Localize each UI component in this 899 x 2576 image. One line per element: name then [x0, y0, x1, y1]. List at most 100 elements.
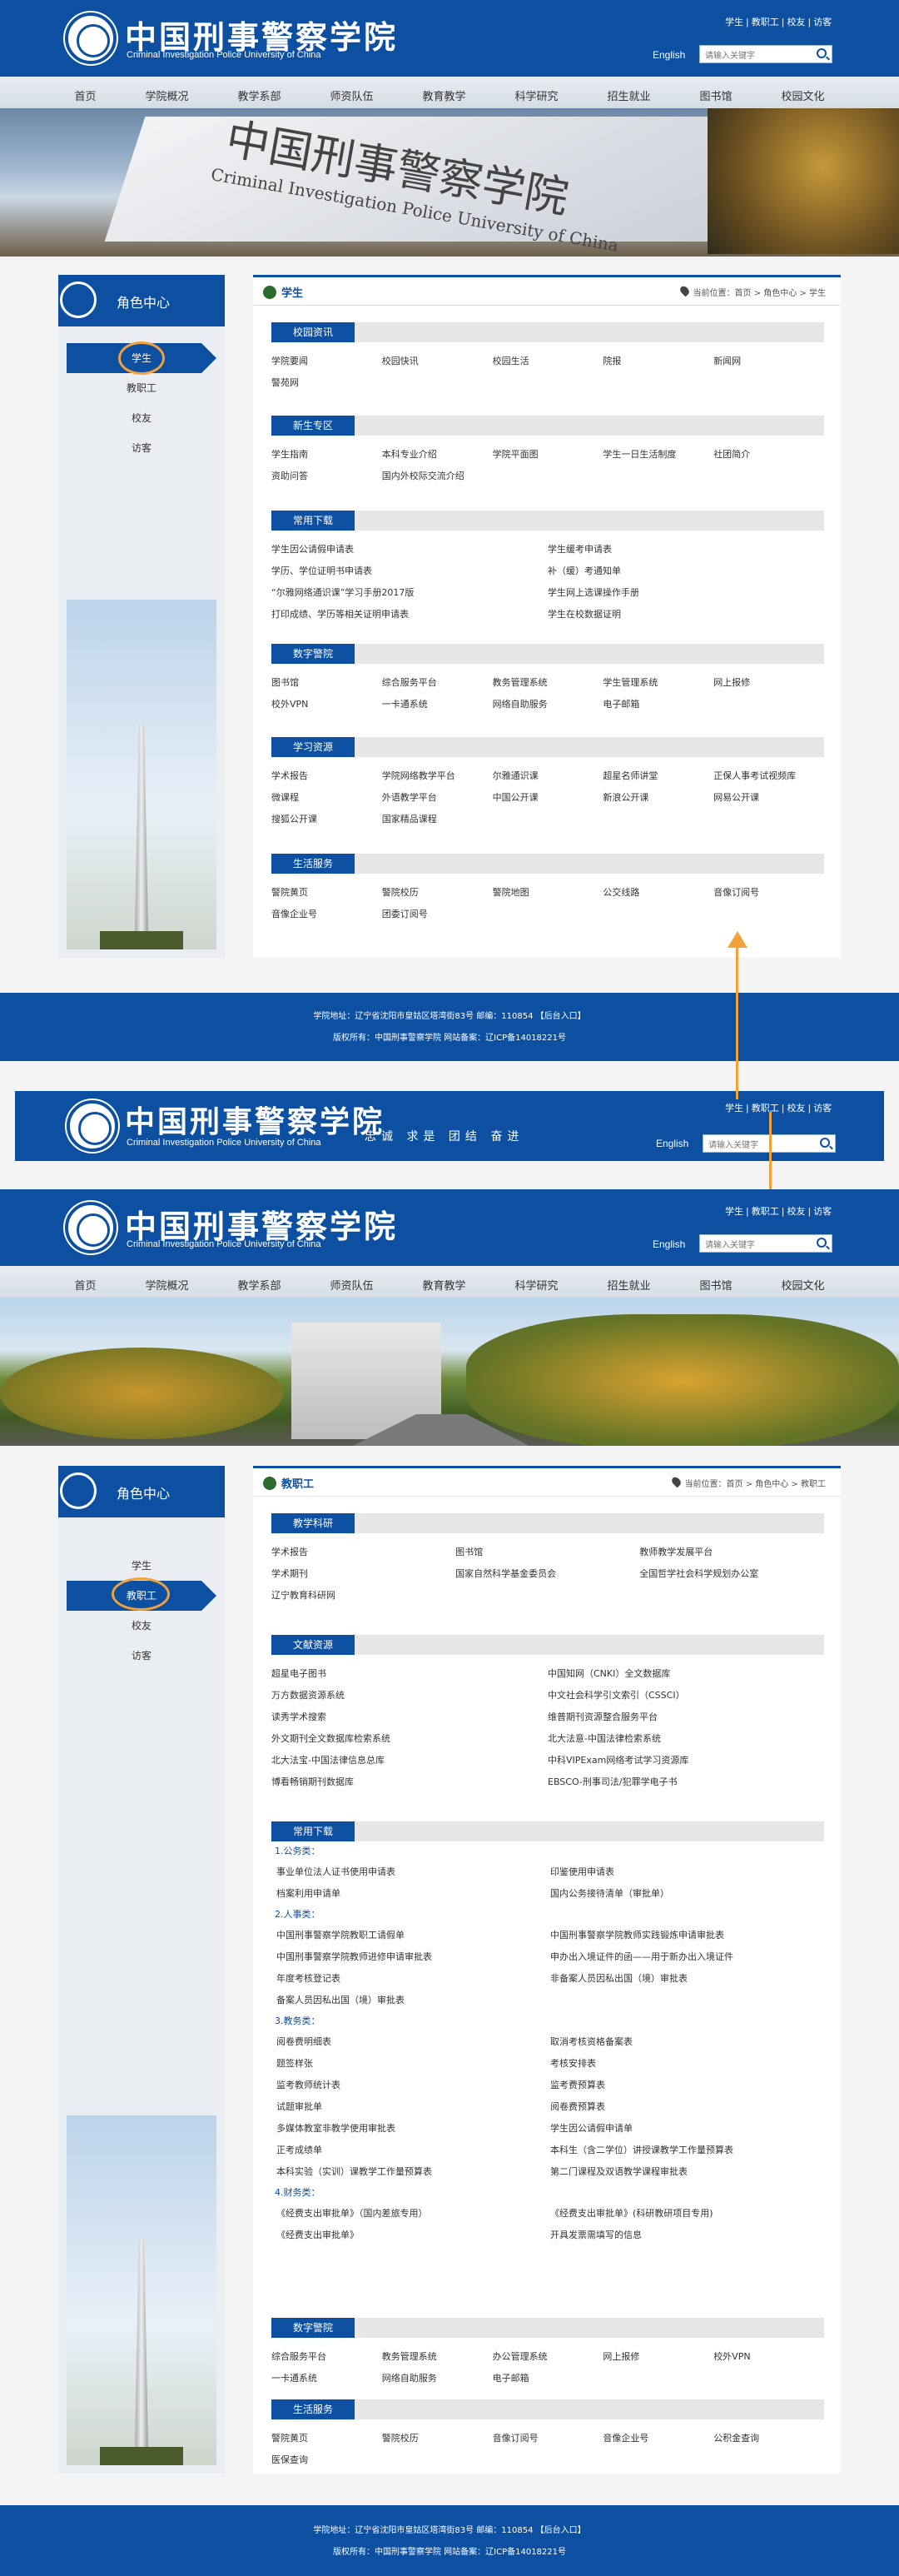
search-input[interactable]	[703, 1137, 810, 1154]
download-link[interactable]: 印鉴使用申请表	[550, 1861, 824, 1883]
quick-link[interactable]: 警院校历	[382, 882, 493, 904]
download-link[interactable]: 阅卷费预算表	[550, 2096, 824, 2118]
download-link[interactable]: 正考成绩单	[276, 2140, 550, 2161]
quick-link[interactable]: 教务管理系统	[493, 672, 603, 694]
quick-link[interactable]: 公积金查询	[713, 2428, 824, 2449]
download-link[interactable]: 开具发票需填写的信息	[550, 2225, 824, 2246]
quick-link[interactable]: 补（缓）考通知单	[548, 561, 824, 582]
download-link[interactable]: 中国刑事警察学院教职工请假单	[276, 1925, 550, 1946]
search-icon[interactable]	[817, 48, 827, 58]
download-link[interactable]: 阅卷费明细表	[276, 2031, 550, 2053]
quick-link[interactable]: 图书馆	[455, 1542, 639, 1563]
download-link[interactable]: 取消考核资格备案表	[550, 2031, 824, 2053]
quick-link[interactable]: 音像订阅号	[713, 882, 824, 904]
sidebar-item-visitor[interactable]: 访客	[58, 433, 225, 463]
quick-link[interactable]: 资助问答	[271, 466, 382, 487]
nav-culture[interactable]: 校园文化	[781, 1277, 824, 1293]
college-emblem-icon[interactable]	[67, 1100, 118, 1152]
quick-link[interactable]: 警院地图	[493, 882, 603, 904]
quick-link[interactable]: 学术报告	[271, 765, 382, 787]
quick-link[interactable]: 网易公开课	[713, 787, 824, 809]
quick-link[interactable]: 学生一日生活制度	[603, 444, 713, 466]
quick-link[interactable]: 医保查询	[271, 2449, 382, 2471]
search-icon[interactable]	[820, 1138, 830, 1148]
quick-link[interactable]: 电子邮箱	[493, 2368, 603, 2389]
quick-link[interactable]: 警院校历	[382, 2428, 493, 2449]
sidebar-item-alumni[interactable]: 校友	[58, 403, 225, 433]
quick-link[interactable]: 国内外校际交流介绍	[382, 466, 493, 487]
download-link[interactable]: 题签样张	[276, 2053, 550, 2075]
quick-link[interactable]: 校外VPN	[713, 2346, 824, 2368]
top-link-student[interactable]: 学生	[725, 1206, 743, 1217]
sidebar-item-visitor[interactable]: 访客	[58, 1641, 225, 1671]
quick-link[interactable]: 博看畅销期刊数据库	[271, 1771, 548, 1793]
quick-link[interactable]: 尔雅通识课	[493, 765, 603, 787]
download-link[interactable]: 多媒体教室非教学使用审批表	[276, 2118, 550, 2140]
top-link-student[interactable]: 学生	[725, 1103, 743, 1114]
quick-link[interactable]: 学历、学位证明书申请表	[271, 561, 548, 582]
download-link[interactable]: 档案利用申请单	[276, 1883, 550, 1905]
download-link[interactable]: 国内公务接待清单（审批单）	[550, 1883, 824, 1905]
quick-link[interactable]: 中国公开课	[493, 787, 603, 809]
quick-link[interactable]: 学生网上选课操作手册	[548, 582, 824, 604]
download-link[interactable]: 第二门课程及双语教学课程审批表	[550, 2161, 824, 2183]
quick-link[interactable]: 教师教学发展平台	[639, 1542, 823, 1563]
download-link[interactable]: 学生因公请假申请单	[550, 2118, 824, 2140]
quick-link[interactable]: 音像企业号	[271, 904, 382, 925]
quick-link[interactable]: 中国知网（CNKI）全文数据库	[548, 1663, 824, 1685]
sidebar-item-student[interactable]: 学生	[58, 1551, 225, 1581]
search-input[interactable]	[700, 1237, 807, 1254]
nav-teaching[interactable]: 教育教学	[422, 1277, 465, 1293]
college-emblem-icon[interactable]	[65, 1202, 117, 1253]
quick-link[interactable]: 外语教学平台	[382, 787, 493, 809]
nav-home[interactable]: 首页	[74, 1277, 96, 1293]
quick-link[interactable]: 学院网络教学平台	[382, 765, 493, 787]
english-link[interactable]: English	[653, 49, 685, 61]
download-link[interactable]: 监考费预算表	[550, 2075, 824, 2096]
nav-research[interactable]: 科学研究	[514, 87, 558, 103]
quick-link[interactable]: 搜狐公开课	[271, 809, 382, 830]
quick-link[interactable]: 办公管理系统	[493, 2346, 603, 2368]
nav-departments[interactable]: 教学系部	[237, 1277, 281, 1293]
quick-link[interactable]: 学生在校数据证明	[548, 604, 824, 625]
quick-link[interactable]: 超星电子图书	[271, 1663, 548, 1685]
search-input[interactable]	[700, 47, 807, 65]
quick-link[interactable]: 警院黄页	[271, 2428, 382, 2449]
top-link-visitor[interactable]: 访客	[813, 1103, 832, 1114]
quick-link[interactable]: 新闻网	[713, 351, 824, 372]
quick-link[interactable]: 综合服务平台	[382, 672, 493, 694]
quick-link[interactable]: 院报	[603, 351, 713, 372]
nav-library[interactable]: 图书馆	[699, 87, 732, 103]
download-link[interactable]: 中国刑事警察学院教师实践锻炼申请审批表	[550, 1925, 824, 1946]
sidebar-item-alumni[interactable]: 校友	[58, 1611, 225, 1641]
download-link[interactable]: 本科生（含二学位）讲授课教学工作量预算表	[550, 2140, 824, 2161]
nav-library[interactable]: 图书馆	[699, 1277, 732, 1293]
download-link[interactable]: 非备案人员因私出国（境）审批表	[550, 1968, 824, 1990]
download-link[interactable]: 年度考核登记表	[276, 1968, 550, 1990]
quick-link[interactable]: 网上报修	[603, 2346, 713, 2368]
quick-link[interactable]: 综合服务平台	[271, 2346, 382, 2368]
quick-link[interactable]: 团委订阅号	[382, 904, 493, 925]
quick-link[interactable]: 网上报修	[713, 672, 824, 694]
nav-research[interactable]: 科学研究	[514, 1277, 558, 1293]
college-emblem-icon[interactable]	[65, 12, 117, 64]
quick-link[interactable]: 学术期刊	[271, 1563, 455, 1585]
quick-link[interactable]: 中文社会科学引文索引（CSSCI）	[548, 1685, 824, 1707]
nav-home[interactable]: 首页	[74, 87, 96, 103]
quick-link[interactable]: 网络自助服务	[382, 2368, 493, 2389]
sidebar-item-staff[interactable]: 教职工	[58, 373, 225, 403]
nav-overview[interactable]: 学院概况	[145, 1277, 188, 1293]
logo-chinese[interactable]: 中国刑事警察学院	[125, 1098, 385, 1141]
quick-link[interactable]: 音像企业号	[603, 2428, 713, 2449]
quick-link[interactable]: 正保人事考试视频库	[713, 765, 824, 787]
quick-link[interactable]: 学生管理系统	[603, 672, 713, 694]
quick-link[interactable]: 教务管理系统	[382, 2346, 493, 2368]
quick-link[interactable]: 社团简介	[713, 444, 824, 466]
quick-link[interactable]: 万方数据资源系统	[271, 1685, 548, 1707]
quick-link[interactable]: 维普期刊资源整合服务平台	[548, 1707, 824, 1728]
quick-link[interactable]: 公交线路	[603, 882, 713, 904]
top-link-visitor[interactable]: 访客	[813, 17, 832, 27]
search-icon[interactable]	[817, 1238, 827, 1248]
quick-link[interactable]: 学术报告	[271, 1542, 455, 1563]
download-link[interactable]: 申办出入境证件的函——用于新办出入境证件	[550, 1946, 824, 1968]
